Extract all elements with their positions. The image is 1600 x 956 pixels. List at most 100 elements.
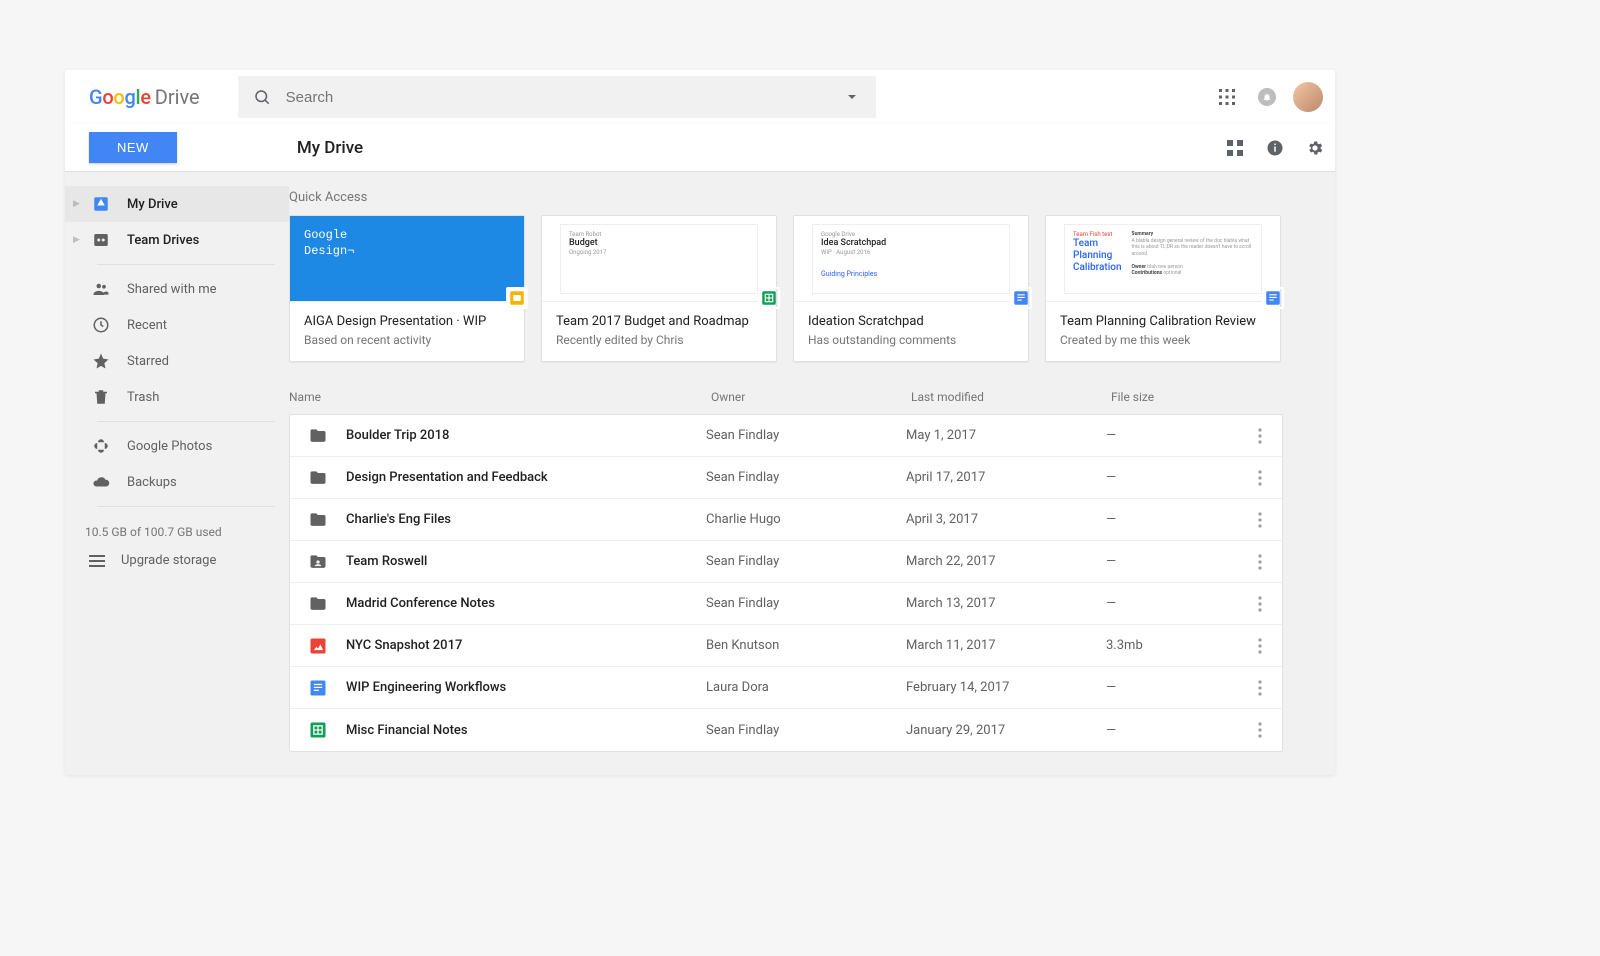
upgrade-storage[interactable]: Upgrade storage <box>65 547 289 574</box>
folder-icon <box>306 508 330 532</box>
file-modified: February 14, 2017 <box>906 680 1106 695</box>
folder-icon <box>306 592 330 616</box>
more-actions-icon[interactable] <box>1246 470 1274 486</box>
more-actions-icon[interactable] <box>1246 680 1274 696</box>
file-owner: Sean Findlay <box>706 554 906 569</box>
star-icon <box>89 349 113 373</box>
file-owner: Sean Findlay <box>706 723 906 738</box>
quick-access-card[interactable]: GoogleDesign¬AIGA Design Presentation · … <box>289 215 525 362</box>
quick-access-card[interactable]: Team RobotBudgetOngoing 2017Team 2017 Bu… <box>541 215 777 362</box>
file-modified: April 3, 2017 <box>906 512 1106 527</box>
shared-folder-icon <box>306 550 330 574</box>
file-size: — <box>1106 554 1246 569</box>
image-icon <box>306 634 330 658</box>
card-subtitle: Based on recent activity <box>304 333 510 347</box>
sidebar-item-backups[interactable]: Backups <box>65 464 289 500</box>
more-actions-icon[interactable] <box>1246 512 1274 528</box>
apps-icon[interactable] <box>1207 77 1247 117</box>
sidebar-item-label: My Drive <box>127 197 275 212</box>
new-button[interactable]: NEW <box>89 132 177 163</box>
more-actions-icon[interactable] <box>1246 638 1274 654</box>
file-size: — <box>1106 680 1246 695</box>
folder-icon <box>306 466 330 490</box>
table-header: Name Owner Last modified File size <box>289 390 1283 414</box>
sidebar-item-recent[interactable]: Recent <box>65 307 289 343</box>
file-row[interactable]: WIP Engineering WorkflowsLaura DoraFebru… <box>290 667 1282 709</box>
sidebar-item-starred[interactable]: Starred <box>65 343 289 379</box>
file-name: Misc Financial Notes <box>346 723 706 738</box>
file-size: — <box>1106 596 1246 611</box>
sheets-icon <box>306 718 330 742</box>
details-icon[interactable] <box>1255 128 1295 168</box>
product-name: Drive <box>155 85 200 109</box>
storage-usage: 10.5 GB of 100.7 GB used <box>65 513 289 547</box>
file-owner: Sean Findlay <box>706 596 906 611</box>
file-modified: May 1, 2017 <box>906 428 1106 443</box>
col-size[interactable]: File size <box>1111 390 1251 404</box>
more-actions-icon[interactable] <box>1246 428 1274 444</box>
settings-gear-icon[interactable] <box>1295 128 1335 168</box>
file-row[interactable]: Misc Financial NotesSean FindlayJanuary … <box>290 709 1282 751</box>
file-size: — <box>1106 723 1246 738</box>
more-actions-icon[interactable] <box>1246 722 1274 738</box>
photos-icon <box>89 434 113 458</box>
file-modified: March 22, 2017 <box>906 554 1106 569</box>
body: ▶ My Drive ▶Team Drives Shared with me Rece… <box>65 172 1335 775</box>
clock-icon <box>89 313 113 337</box>
search-icon <box>238 88 286 106</box>
card-title: Ideation Scratchpad <box>808 314 1014 329</box>
file-row[interactable]: Team RoswellSean FindlayMarch 22, 2017— <box>290 541 1282 583</box>
team-drive-icon <box>89 228 113 252</box>
file-row[interactable]: Boulder Trip 2018Sean FindlayMay 1, 2017… <box>290 415 1282 457</box>
people-icon <box>89 277 113 301</box>
file-name: Charlie's Eng Files <box>346 512 706 527</box>
notifications-icon[interactable] <box>1247 77 1287 117</box>
user-avatar[interactable] <box>1293 82 1323 112</box>
sidebar-item-trash[interactable]: Trash <box>65 379 289 415</box>
quick-access-label: Quick Access <box>289 172 1335 215</box>
quick-access-row: GoogleDesign¬AIGA Design Presentation · … <box>289 215 1283 362</box>
upgrade-storage-label: Upgrade storage <box>121 553 216 568</box>
col-modified[interactable]: Last modified <box>911 390 1111 404</box>
file-modified: January 29, 2017 <box>906 723 1106 738</box>
file-row[interactable]: Design Presentation and FeedbackSean Fin… <box>290 457 1282 499</box>
more-actions-icon[interactable] <box>1246 554 1274 570</box>
search-options-dropdown-icon[interactable] <box>828 92 876 102</box>
sidebar-item-my-drive[interactable]: ▶ My Drive <box>65 186 289 222</box>
quick-access-card[interactable]: Team Fish testTeam PlanningCalibrationSu… <box>1045 215 1281 362</box>
file-owner: Charlie Hugo <box>706 512 906 527</box>
more-actions-icon[interactable] <box>1246 596 1274 612</box>
quick-access-card[interactable]: Google DriveIdea ScratchpadWIP · August … <box>793 215 1029 362</box>
sidebar-item-label: Recent <box>127 318 275 333</box>
file-owner: Sean Findlay <box>706 428 906 443</box>
action-bar: NEW My Drive <box>65 124 1335 172</box>
col-name[interactable]: Name <box>289 390 711 404</box>
file-row[interactable]: NYC Snapshot 2017Ben KnutsonMarch 11, 20… <box>290 625 1282 667</box>
card-subtitle: Has outstanding comments <box>808 333 1014 347</box>
google-wordmark: Google <box>89 85 151 109</box>
file-row[interactable]: Charlie's Eng FilesCharlie HugoApril 3, … <box>290 499 1282 541</box>
sidebar-item-label: Team Drives <box>127 233 275 248</box>
file-size: — <box>1106 470 1246 485</box>
file-owner: Sean Findlay <box>706 470 906 485</box>
col-owner[interactable]: Owner <box>711 390 911 404</box>
chevron-right-icon: ▶ <box>73 199 87 209</box>
search-input[interactable] <box>286 89 828 106</box>
cloud-icon <box>89 470 113 494</box>
trash-icon <box>89 385 113 409</box>
search-box[interactable] <box>238 76 876 118</box>
file-list: Boulder Trip 2018Sean FindlayMay 1, 2017… <box>289 414 1283 752</box>
file-size: — <box>1106 428 1246 443</box>
logo[interactable]: Google Drive <box>89 85 200 109</box>
sidebar-item-shared-with-me[interactable]: Shared with me <box>65 271 289 307</box>
file-row[interactable]: Madrid Conference NotesSean FindlayMarch… <box>290 583 1282 625</box>
top-bar: Google Drive <box>65 70 1335 124</box>
card-subtitle: Recently edited by Chris <box>556 333 762 347</box>
file-owner: Ben Knutson <box>706 638 906 653</box>
sidebar-item-team-drives[interactable]: ▶Team Drives <box>65 222 289 258</box>
sidebar-item-google-photos[interactable]: Google Photos <box>65 428 289 464</box>
location-title[interactable]: My Drive <box>297 138 363 158</box>
app-window: Google Drive NEW My Drive <box>65 70 1335 775</box>
view-grid-icon[interactable] <box>1215 128 1255 168</box>
file-name: NYC Snapshot 2017 <box>346 638 706 653</box>
